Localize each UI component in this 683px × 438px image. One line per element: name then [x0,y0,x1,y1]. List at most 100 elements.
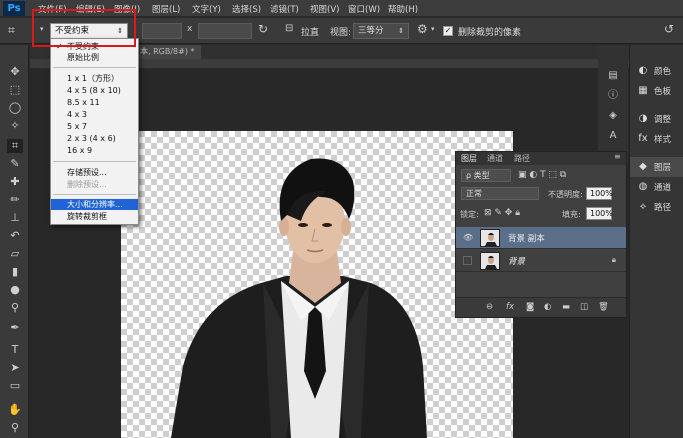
healing-brush-icon[interactable]: ✚ [7,175,23,189]
layer-row[interactable]: 👁︎ 背景 副本 [456,227,626,249]
panel-swatches[interactable]: ▦ 色板 [630,81,683,101]
width-field[interactable] [142,23,182,39]
crop-tool-icon[interactable]: ⌗ [8,23,15,38]
shape-tool-icon[interactable]: ▭ [7,379,23,393]
path-selection-icon[interactable]: ➤ [7,361,23,375]
mask-icon[interactable]: ◙ [526,302,534,312]
view-label: 视图: [330,28,352,38]
height-field[interactable] [198,23,252,39]
eyedropper-icon[interactable]: ✎ [7,157,23,171]
document-tab[interactable]: 本, RGB/8#) * [137,45,201,59]
panel-paths[interactable]: ⟡ 路径 [630,197,683,217]
ratio-option-4x5[interactable]: 4 x 5 (8 x 10) [51,85,138,96]
link-icon[interactable]: ⊖ [486,302,493,312]
gradient-tool-icon[interactable]: ▮ [7,265,23,279]
photoshop-logo: Ps [3,1,25,16]
filter-pixel-icon[interactable]: ▣ ◐ T ⬚ ⧉ [518,170,566,180]
layer-name[interactable]: 背景 副本 [508,232,545,244]
dodge-tool-icon[interactable]: ⚲ [7,301,23,315]
delete-cropped-checkbox[interactable]: ✓ [443,26,453,36]
panel-styles[interactable]: fx 样式 [630,129,683,149]
swap-icon[interactable]: ↻ [258,22,268,36]
group-icon[interactable]: ▬ [562,302,570,312]
save-preset-option[interactable]: 存储预设... [51,167,138,178]
adjustment-layer-icon[interactable]: ◐ [544,302,551,312]
trash-icon[interactable]: 🗑︎ [598,302,609,312]
eye-icon[interactable]: 👁︎ [463,233,473,243]
menu-select[interactable]: 选择(S) [232,3,261,15]
reset-icon[interactable]: ↺ [664,22,674,36]
menu-view[interactable]: 视图(V) [310,3,339,15]
ratio-option-4x3[interactable]: 4 x 3 [51,109,138,120]
blend-mode-select[interactable]: 正常 [461,187,539,200]
ratio-option-2x3[interactable]: 2 x 3 (4 x 6) [51,133,138,144]
lock-options-icon[interactable]: ⊠ ✎ ✥ 🔒︎ [484,208,520,218]
blur-tool-icon[interactable]: ● [7,283,23,297]
crop-tool-icon[interactable]: ⌗ [7,139,23,153]
tab-layers[interactable]: 图层 [461,153,477,164]
character-icon[interactable]: A [606,129,620,143]
tab-paths[interactable]: 路径 [514,153,530,164]
panel-label: 色板 [654,87,672,97]
info-icon[interactable]: ⓘ [606,89,620,103]
clone-stamp-icon[interactable]: ⊥ [7,211,23,225]
panel-menu-icon[interactable]: ≡ [614,152,621,161]
menu-help[interactable]: 帮助(H) [388,3,418,15]
overlay-view-select[interactable]: 三等分 ⇕ [353,23,409,39]
panel-label: 样式 [654,135,672,145]
zoom-tool-icon[interactable]: ⚲ [7,421,23,435]
ratio-option-5x7[interactable]: 5 x 7 [51,121,138,132]
fill-input[interactable]: 100% [586,207,613,220]
size-resolution-option[interactable]: 大小和分辨率... [51,199,138,210]
opacity-input[interactable]: 100% [586,187,613,200]
panel-dock: ◐ 颜色 ▦ 色板 ◑ 调整 fx 样式 ◆ 图层 ◍ 通道 ⟡ 路径 [629,45,683,438]
ratio-option-1x1[interactable]: 1 x 1（方形） [51,73,138,84]
straighten-label: 拉直 [301,28,320,38]
rotate-crop-box-option[interactable]: 旋转裁剪框 [51,211,138,222]
settings-gear-icon[interactable]: ⚙ [417,22,428,36]
adjustments-icon: ◑ [638,113,648,124]
settings-chevron-icon[interactable]: ▾ [431,25,435,33]
visibility-toggle[interactable] [463,256,472,265]
history-icon[interactable]: ▤ [606,69,620,83]
fx-icon[interactable]: fx [506,302,514,312]
panel-color[interactable]: ◐ 颜色 [630,61,683,81]
move-tool-icon[interactable]: ✥ [7,65,23,79]
magic-wand-icon[interactable]: ✧ [7,119,23,133]
lasso-tool-icon[interactable]: ◯ [7,101,23,115]
menu-type[interactable]: 文字(Y) [192,3,221,15]
type-tool-icon[interactable]: T [7,343,23,357]
panel-adjustments[interactable]: ◑ 调整 [630,109,683,129]
collapsed-panels-strip: ▤ ⓘ ◈ A [598,45,628,165]
eraser-tool-icon[interactable]: ▱ [7,247,23,261]
pen-tool-icon[interactable]: ✒ [7,321,23,335]
overlay-view-value: 三等分 [358,26,384,36]
panel-label: 通道 [654,183,672,193]
layer-name[interactable]: 背景 [508,255,525,267]
panel-channels[interactable]: ◍ 通道 [630,177,683,197]
new-layer-icon[interactable]: ◫ [580,302,588,312]
menu-window[interactable]: 窗口(W) [348,3,380,15]
brush-tool-icon[interactable]: ✏ [7,193,23,207]
tab-channels[interactable]: 通道 [487,153,503,164]
menu-layer[interactable]: 图层(L) [152,3,180,15]
delete-cropped-label: 删除裁剪的像素 [458,28,522,38]
panel-layers[interactable]: ◆ 图层 [630,157,683,177]
ratio-option-8.5x11[interactable]: 8.5 x 11 [51,97,138,108]
menu-filter[interactable]: 滤镜(T) [270,3,299,15]
hand-tool-icon[interactable]: ✋ [7,403,23,417]
layers-panel-tabs: 图层 通道 路径 ≡ [456,152,626,165]
lock-label: 锁定: [460,210,479,219]
ratio-option-original[interactable]: 原始比例 [51,52,138,63]
layer-row[interactable]: 背景 🔒︎ [456,250,626,272]
brush-presets-icon[interactable]: ◈ [606,109,620,123]
marquee-tool-icon[interactable]: ⬚ [7,83,23,97]
palette-icon: ◐ [638,65,648,76]
straighten-icon[interactable]: ⊟ [285,23,293,34]
layers-icon: ◆ [639,161,647,172]
history-brush-icon[interactable]: ↶ [7,229,23,243]
ratio-option-16x9[interactable]: 16 x 9 [51,145,138,156]
menu-divider [53,161,136,162]
layer-filter-select[interactable]: ρ 类型 [461,169,511,182]
layer-thumbnail [480,252,500,270]
